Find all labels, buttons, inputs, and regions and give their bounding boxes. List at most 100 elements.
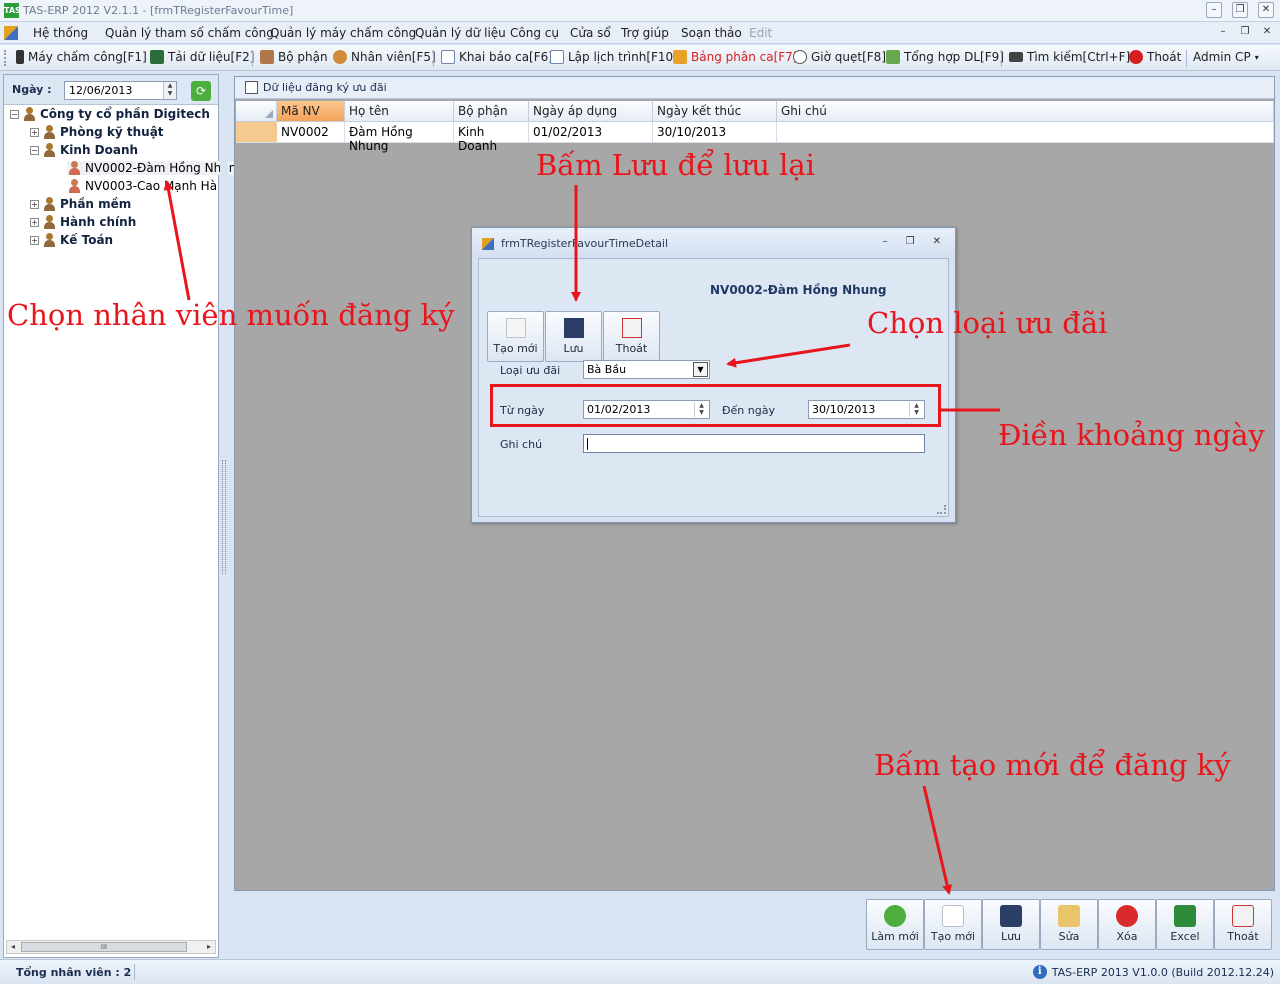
user-menu[interactable]: Admin CP ▾ — [1193, 50, 1259, 64]
excel-icon — [1174, 905, 1196, 927]
toolbar-swipe-time[interactable]: Giờ quẹt[F8] — [793, 50, 886, 64]
main-toolbar: Máy chấm công[F1] Tải dữ liệu[F2] Bộ phậ… — [0, 45, 1280, 71]
date-spinner[interactable]: ▲ ▼ — [163, 82, 176, 99]
tree-dept-software[interactable]: + Phần mềm — [30, 197, 131, 211]
excel-button[interactable]: Excel — [1156, 899, 1214, 950]
tree-dept-admin[interactable]: + Hành chính — [30, 215, 136, 229]
refresh-button[interactable]: Làm mới — [866, 899, 924, 950]
menu-attendance-machines[interactable]: Quản lý máy chấm công — [270, 26, 416, 40]
department-icon — [260, 50, 274, 64]
mdi-restore-button[interactable]: ❐ — [1238, 25, 1252, 39]
exit-icon — [621, 318, 642, 338]
department-icon — [42, 143, 57, 157]
favour-type-select[interactable]: Bà Bầu ▼ — [583, 360, 710, 379]
dialog-minimize-button[interactable]: – — [883, 236, 888, 247]
toolbar-attendance-machine[interactable]: Máy chấm công[F1] — [16, 50, 147, 64]
tree-horizontal-scrollbar[interactable]: ◂ III ▸ — [6, 940, 216, 954]
refresh-icon[interactable]: ⟳ — [191, 81, 211, 101]
menu-window[interactable]: Cửa sổ — [570, 26, 611, 40]
menu-help[interactable]: Trợ giúp — [621, 26, 669, 40]
favour-type-label: Loại ưu đãi — [500, 364, 561, 377]
edit-button[interactable]: Sửa — [1040, 899, 1098, 950]
row-indicator[interactable] — [236, 122, 277, 143]
window-titlebar: TAS TAS-ERP 2012 V2.1.1 - [frmTRegisterF… — [0, 0, 1280, 22]
expand-icon[interactable]: + — [30, 199, 39, 209]
table-cell[interactable] — [777, 122, 1274, 143]
menu-system[interactable]: Hệ thống — [33, 26, 88, 40]
document-icon — [441, 50, 455, 64]
chevron-down-icon[interactable]: ▼ — [693, 362, 708, 377]
mdi-minimize-button[interactable]: – — [1216, 25, 1230, 39]
table-cell[interactable]: 30/10/2013 — [653, 122, 777, 143]
tree-employee-nv0002[interactable]: NV0002-Đàm Hồng Nhung — [67, 161, 245, 175]
expand-icon[interactable]: + — [30, 235, 39, 245]
scroll-right-icon[interactable]: ▸ — [203, 941, 215, 953]
maximize-button[interactable]: ❐ — [1232, 2, 1248, 18]
dialog-save-button[interactable]: Lưu — [545, 311, 602, 362]
col-header-department[interactable]: Bộ phận — [454, 101, 529, 122]
save-button[interactable]: Lưu — [982, 899, 1040, 950]
scroll-thumb[interactable]: III — [21, 942, 187, 952]
table-cell[interactable]: Kinh Doanh — [454, 122, 529, 153]
new-button[interactable]: Tạo mới — [924, 899, 982, 950]
col-header-employee-id[interactable]: Mã NV — [277, 101, 345, 122]
scroll-left-icon[interactable]: ◂ — [7, 941, 19, 953]
toolbar-download-data[interactable]: Tải dữ liệu[F2] — [150, 50, 254, 64]
note-input[interactable] — [583, 434, 925, 453]
dialog-maximize-button[interactable]: ❐ — [906, 236, 915, 247]
version-text: TAS-ERP 2013 V1.0.0 (Build 2012.12.24) — [1051, 965, 1274, 979]
tree-employee-nv0003[interactable]: NV0003-Cao Mạnh Hà — [67, 179, 217, 193]
toolbar-grip[interactable] — [4, 50, 7, 66]
mdi-close-button[interactable]: ✕ — [1260, 25, 1274, 39]
minimize-button[interactable]: – — [1206, 2, 1222, 18]
menu-edit-vn[interactable]: Soạn thảo — [681, 26, 742, 40]
table-cell[interactable]: Đàm Hồng Nhung — [345, 122, 454, 153]
dialog-close-button[interactable]: ✕ — [933, 236, 941, 247]
table-cell[interactable]: 01/02/2013 — [529, 122, 653, 143]
resize-grip[interactable] — [937, 505, 946, 514]
toolbar-employees[interactable]: Nhân viên[F5] — [333, 50, 436, 64]
mdi-window-icon[interactable] — [4, 26, 18, 40]
search-icon — [1009, 52, 1023, 62]
col-header-name[interactable]: Họ tên — [345, 101, 454, 122]
dialog-new-button[interactable]: Tạo mới — [487, 311, 544, 362]
grid-icon — [245, 81, 258, 94]
delete-button[interactable]: Xóa — [1098, 899, 1156, 950]
menu-data-management[interactable]: Quản lý dữ liệu — [415, 26, 506, 40]
menu-attendance-params[interactable]: Quản lý tham số chấm công — [105, 26, 274, 40]
expand-icon[interactable]: + — [30, 127, 39, 137]
collapse-icon[interactable]: − — [30, 145, 39, 155]
action-bar: Làm mới Tạo mới Lưu Sửa Xóa Excel Thoát — [234, 893, 1275, 953]
col-header-note[interactable]: Ghi chú — [777, 101, 1274, 122]
col-header-end-date[interactable]: Ngày kết thúc — [653, 101, 777, 122]
col-header-start-date[interactable]: Ngày áp dụng — [529, 101, 653, 122]
dialog-exit-button[interactable]: Thoát — [603, 311, 660, 362]
toolbar-schedule[interactable]: Lập lịch trình[F10] — [550, 50, 678, 64]
toolbar-departments[interactable]: Bộ phận — [260, 50, 328, 64]
tree-dept-sales[interactable]: − Kinh Doanh — [30, 143, 138, 157]
delete-icon — [1116, 905, 1138, 927]
collapse-icon[interactable]: − — [10, 109, 19, 119]
exit-button[interactable]: Thoát — [1214, 899, 1272, 950]
expand-icon[interactable]: + — [30, 217, 39, 227]
toolbar-search[interactable]: Tìm kiếm[Ctrl+F] — [1009, 50, 1130, 64]
date-input[interactable]: 12/06/2013 ▲ ▼ — [64, 81, 177, 100]
toolbar-declare-shift[interactable]: Khai báo ca[F6] — [441, 50, 553, 64]
table-cell[interactable]: NV0002 — [277, 122, 345, 143]
employee-count: Tổng nhân viên : 2 — [16, 966, 132, 979]
pane-splitter[interactable] — [220, 74, 228, 958]
grid-corner[interactable] — [236, 101, 277, 122]
save-icon — [563, 318, 584, 338]
toolbar-exit[interactable]: Thoát — [1129, 50, 1181, 64]
toolbar-summary[interactable]: Tổng hợp DL[F9] — [886, 50, 1004, 64]
menu-edit[interactable]: Edit — [749, 26, 772, 40]
close-button[interactable]: ✕ — [1258, 2, 1274, 18]
toolbar-shift-table[interactable]: Bảng phân ca[F7] — [673, 50, 797, 64]
machine-icon — [16, 50, 24, 64]
tree-root[interactable]: − Công ty cổ phần Digitech — [10, 107, 210, 121]
power-icon — [1129, 50, 1143, 64]
menu-tools[interactable]: Công cụ — [510, 26, 559, 40]
tree-dept-accounting[interactable]: + Kế Toán — [30, 233, 113, 247]
tree-dept-technical[interactable]: + Phòng kỹ thuật — [30, 125, 164, 139]
employee-icon — [333, 50, 347, 64]
